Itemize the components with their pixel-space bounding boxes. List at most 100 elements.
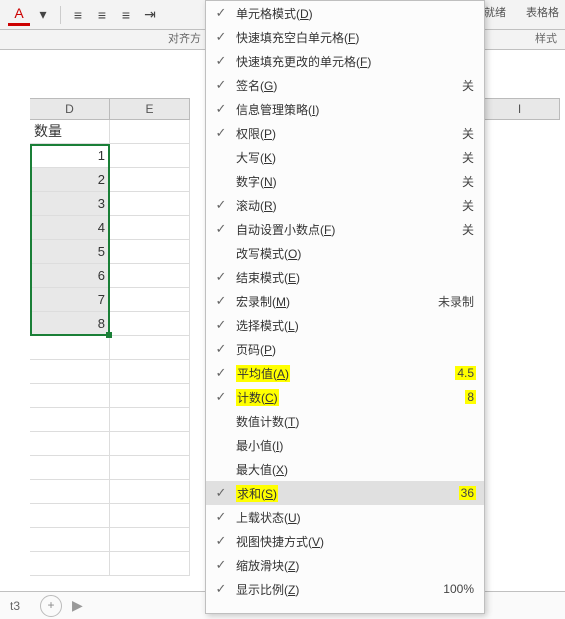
menu-item-签名[interactable]: ✓签名(G)关 — [206, 73, 484, 97]
menu-item-选择模式[interactable]: ✓选择模式(L) — [206, 313, 484, 337]
cell-empty[interactable] — [110, 336, 190, 360]
cell-empty[interactable] — [30, 432, 110, 456]
cell-empty[interactable] — [30, 456, 110, 480]
cell-empty[interactable] — [110, 240, 190, 264]
data-cell[interactable]: 8 — [30, 312, 110, 336]
cell-empty[interactable] — [110, 456, 190, 480]
checkmark-icon: ✓ — [212, 581, 230, 597]
menu-value: 36 — [459, 486, 476, 500]
dropdown-icon[interactable]: ▾ — [32, 4, 54, 26]
menu-value: 关 — [460, 149, 476, 166]
cell-empty[interactable] — [110, 408, 190, 432]
checkmark-icon: ✓ — [212, 101, 230, 117]
cell-empty[interactable] — [110, 216, 190, 240]
indent-icon[interactable]: ⇥ — [139, 4, 161, 26]
menu-item-滚动[interactable]: ✓滚动(R)关 — [206, 193, 484, 217]
cell-empty[interactable] — [30, 384, 110, 408]
cell-empty[interactable] — [110, 120, 190, 144]
data-cell[interactable]: 1 — [30, 144, 110, 168]
menu-label: 滚动(R) — [236, 197, 460, 214]
cell-empty[interactable] — [30, 408, 110, 432]
menu-item-自动设置小数点[interactable]: ✓自动设置小数点(F)关 — [206, 217, 484, 241]
cell-empty[interactable] — [110, 168, 190, 192]
table-styles-label[interactable]: 表格格 — [526, 4, 559, 20]
cell-empty[interactable] — [30, 360, 110, 384]
cell-empty[interactable] — [110, 432, 190, 456]
menu-item-快速填充空白单元格[interactable]: ✓ 快速填充空白单元格(F) — [206, 25, 484, 49]
col-header-I[interactable]: I — [480, 98, 560, 120]
menu-item-数字[interactable]: 数字(N)关 — [206, 169, 484, 193]
menu-item-改写模式[interactable]: 改写模式(O) — [206, 241, 484, 265]
sheet-tab[interactable]: t3 — [0, 595, 30, 617]
checkmark-icon: ✓ — [212, 485, 230, 501]
menu-item-权限[interactable]: ✓权限(P)关 — [206, 121, 484, 145]
menu-item-单元格模式[interactable]: ✓单元格模式(D) — [206, 1, 484, 25]
cell-empty[interactable] — [110, 384, 190, 408]
statusbar-context-menu[interactable]: ✓单元格模式(D)✓快速填充空白单元格(F)✓快速填充更改的单元格(F)✓签名(… — [205, 0, 485, 614]
cell-empty[interactable] — [30, 336, 110, 360]
checkmark-icon: ✓ — [212, 389, 230, 405]
menu-label: 上载状态(U) — [236, 509, 472, 526]
menu-label: 快速填充空白单元格(F) — [236, 29, 472, 46]
styles-group-label: 样式 — [535, 30, 557, 46]
cell-empty[interactable] — [110, 192, 190, 216]
data-cell[interactable]: 3 — [30, 192, 110, 216]
cell-empty[interactable] — [110, 264, 190, 288]
cell-empty[interactable] — [110, 360, 190, 384]
menu-label: 平均值(A) — [236, 365, 455, 382]
menu-item-结束模式[interactable]: ✓结束模式(E) — [206, 265, 484, 289]
menu-label: 宏录制(M) — [236, 293, 436, 310]
nav-arrow-icon[interactable]: ▶ — [68, 597, 87, 614]
header-cell[interactable]: 数量 — [30, 120, 110, 144]
menu-item-信息管理策略[interactable]: ✓信息管理策略(I) — [206, 97, 484, 121]
cell-empty[interactable] — [30, 480, 110, 504]
separator — [60, 6, 61, 24]
data-cell[interactable]: 6 — [30, 264, 110, 288]
font-color-icon[interactable]: A — [8, 4, 30, 26]
add-sheet-button[interactable]: + — [40, 595, 62, 617]
cell-empty[interactable] — [110, 288, 190, 312]
menu-label: 单元格模式(D) — [236, 5, 472, 22]
menu-value: 未录制 — [436, 293, 476, 310]
cell-empty[interactable] — [30, 528, 110, 552]
checkmark-icon: ✓ — [212, 557, 230, 573]
menu-item-视图快捷方式[interactable]: ✓视图快捷方式(V) — [206, 529, 484, 553]
col-header-D[interactable]: D — [30, 98, 110, 120]
menu-item-显示比例[interactable]: ✓显示比例(Z)100% — [206, 577, 484, 601]
data-cell[interactable]: 4 — [30, 216, 110, 240]
align-center-icon[interactable]: ≡ — [91, 4, 113, 26]
align-right-icon[interactable]: ≡ — [115, 4, 137, 26]
col-header-E[interactable]: E — [110, 98, 190, 120]
data-cell[interactable]: 2 — [30, 168, 110, 192]
menu-label: 缩放滑块(Z) — [236, 557, 472, 574]
menu-value: 100% — [441, 582, 476, 596]
cell-empty[interactable] — [110, 504, 190, 528]
align-left-icon[interactable]: ≡ — [67, 4, 89, 26]
cell-empty[interactable] — [110, 144, 190, 168]
menu-item-缩放滑块[interactable]: ✓ 缩放滑块(Z) — [206, 553, 484, 577]
cell-empty[interactable] — [110, 480, 190, 504]
menu-item-数值计数[interactable]: 数值计数(T) — [206, 409, 484, 433]
cell-empty[interactable] — [110, 312, 190, 336]
menu-item-求和[interactable]: ✓求和(S)36 — [206, 481, 484, 505]
menu-item-最大值[interactable]: 最大值(X) — [206, 457, 484, 481]
menu-label: 计数(C) — [236, 389, 465, 406]
menu-label: 页码(P) — [236, 341, 472, 358]
checkmark-icon: ✓ — [212, 29, 230, 45]
cell-empty[interactable] — [30, 552, 110, 576]
menu-item-页码[interactable]: ✓页码(P) — [206, 337, 484, 361]
menu-item-计数[interactable]: ✓计数(C)8 — [206, 385, 484, 409]
cell-empty[interactable] — [110, 552, 190, 576]
cell-empty[interactable] — [30, 504, 110, 528]
cell-empty[interactable] — [110, 528, 190, 552]
menu-item-上载状态[interactable]: ✓上载状态(U) — [206, 505, 484, 529]
menu-label: 权限(P) — [236, 125, 460, 142]
alignment-group-label: 对齐方 — [168, 30, 201, 46]
menu-item-平均值[interactable]: ✓平均值(A)4.5 — [206, 361, 484, 385]
data-cell[interactable]: 5 — [30, 240, 110, 264]
menu-item-快速填充更改的单元格[interactable]: ✓快速填充更改的单元格(F) — [206, 49, 484, 73]
menu-item-最小值[interactable]: 最小值(I) — [206, 433, 484, 457]
menu-item-宏录制[interactable]: ✓宏录制(M)未录制 — [206, 289, 484, 313]
data-cell[interactable]: 7 — [30, 288, 110, 312]
menu-item-大写[interactable]: 大写(K)关 — [206, 145, 484, 169]
